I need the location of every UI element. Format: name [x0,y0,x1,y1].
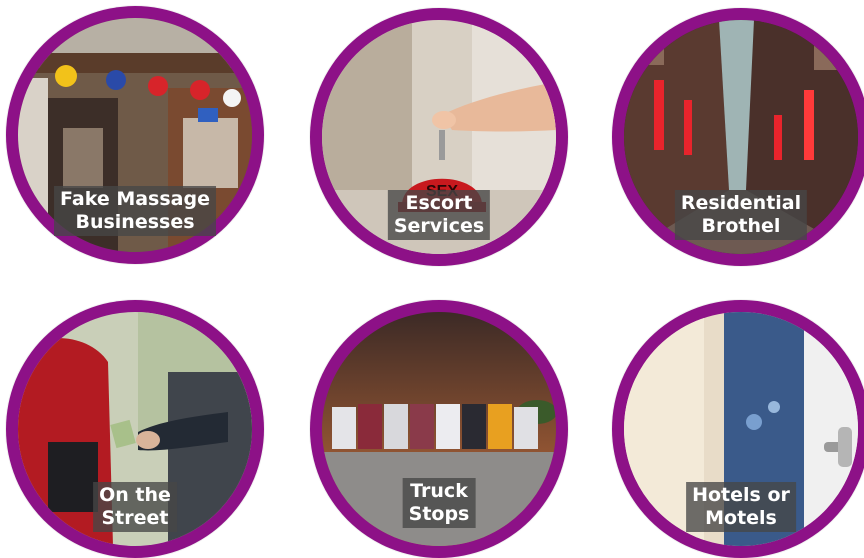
tile-label-line1: Truck [410,480,468,502]
tile-label: Truck Stops [402,478,476,528]
tile-label-line2: Street [101,507,169,529]
tile-label-line1: Escort [405,192,473,214]
tile-label: Escort Services [387,190,491,240]
tile-label: Residential Brothel [674,190,808,240]
tile-label-line1: Hotels or [692,484,790,506]
tile-label: On the Street [93,482,177,532]
tile-label: Hotels or Motels [686,482,796,532]
tile-label-line2: Brothel [701,215,781,237]
tile-on-the-street[interactable]: On the Street [6,300,264,558]
tile-label-line2: Stops [408,503,470,525]
tile-label: Fake Massage Businesses [54,186,216,236]
tile-label-line2: Motels [705,507,777,529]
tile-label-line2: Businesses [75,211,195,233]
tile-fake-massage-businesses[interactable]: Fake Massage Businesses [6,6,264,264]
tile-label-line2: Services [393,215,485,237]
tile-label-line1: On the [99,484,171,506]
tile-escort-services[interactable]: SEX Escort Services [310,8,568,266]
tile-truck-stops[interactable]: Truck Stops [310,300,568,558]
tile-label-line1: Fake Massage [60,188,210,210]
tile-hotels-or-motels[interactable]: Hotels or Motels [612,300,864,558]
tile-label-line1: Residential [680,192,802,214]
tile-residential-brothel[interactable]: Residential Brothel [612,8,864,266]
